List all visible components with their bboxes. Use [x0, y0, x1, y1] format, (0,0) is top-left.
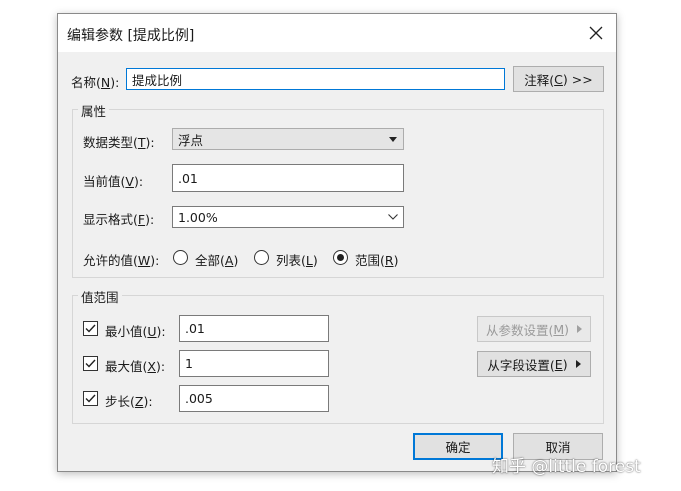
data-type-select[interactable]: 浮点	[172, 128, 404, 150]
display-format-select[interactable]: 1.00%	[172, 206, 404, 228]
min-value-label: 最小值(U):	[105, 324, 166, 339]
set-from-field-button[interactable]: 从字段设置(E)	[477, 351, 591, 377]
checkmark-icon	[85, 359, 96, 368]
dialog-title: 编辑参数 [提成比例]	[67, 28, 195, 44]
min-value-checkbox[interactable]	[83, 321, 98, 336]
set-from-parameter-button[interactable]: 从参数设置(M)	[477, 316, 591, 342]
watermark: 知乎 @little forest	[492, 457, 641, 477]
arrow-right-icon	[575, 360, 581, 368]
comment-button[interactable]: 注释(C) >>	[513, 66, 604, 92]
radio-list[interactable]	[254, 250, 269, 265]
radio-range[interactable]	[333, 250, 348, 265]
current-value-input[interactable]: .01	[172, 164, 404, 192]
radio-all-label: 全部(A)	[195, 253, 239, 268]
title-bar: 编辑参数 [提成比例]	[58, 14, 616, 52]
properties-group-title: 属性	[78, 101, 110, 120]
display-format-label: 显示格式(F):	[83, 212, 155, 227]
step-checkbox[interactable]	[83, 391, 98, 406]
step-input[interactable]: .005	[179, 385, 329, 412]
chevron-down-icon	[388, 214, 398, 220]
radio-selected-dot	[337, 254, 344, 261]
dropdown-arrow-icon	[389, 137, 397, 142]
checkmark-icon	[85, 394, 96, 403]
max-value-label: 最大值(X):	[105, 359, 166, 374]
max-value-checkbox[interactable]	[83, 356, 98, 371]
name-input[interactable]: 提成比例	[126, 68, 505, 90]
ok-button[interactable]: 确定	[413, 433, 503, 460]
checkmark-icon	[85, 324, 96, 333]
radio-range-label: 范围(R)	[355, 253, 399, 268]
range-group-title: 值范围	[78, 287, 122, 306]
data-type-label: 数据类型(T):	[83, 135, 155, 150]
step-label: 步长(Z):	[105, 394, 153, 409]
radio-list-label: 列表(L)	[276, 253, 318, 268]
edit-parameter-dialog: 编辑参数 [提成比例] 名称(N): 提成比例 注释(C) >> 属性 数据类型…	[57, 13, 617, 472]
allowed-values-label: 允许的值(W):	[83, 253, 160, 268]
min-value-input[interactable]: .01	[179, 315, 329, 342]
max-value-input[interactable]: 1	[179, 350, 329, 377]
current-value-label: 当前值(V):	[83, 174, 144, 189]
name-label: 名称(N):	[71, 75, 120, 90]
close-icon	[589, 26, 603, 40]
arrow-right-icon	[577, 325, 583, 333]
radio-all[interactable]	[173, 250, 188, 265]
close-button[interactable]	[585, 22, 607, 44]
